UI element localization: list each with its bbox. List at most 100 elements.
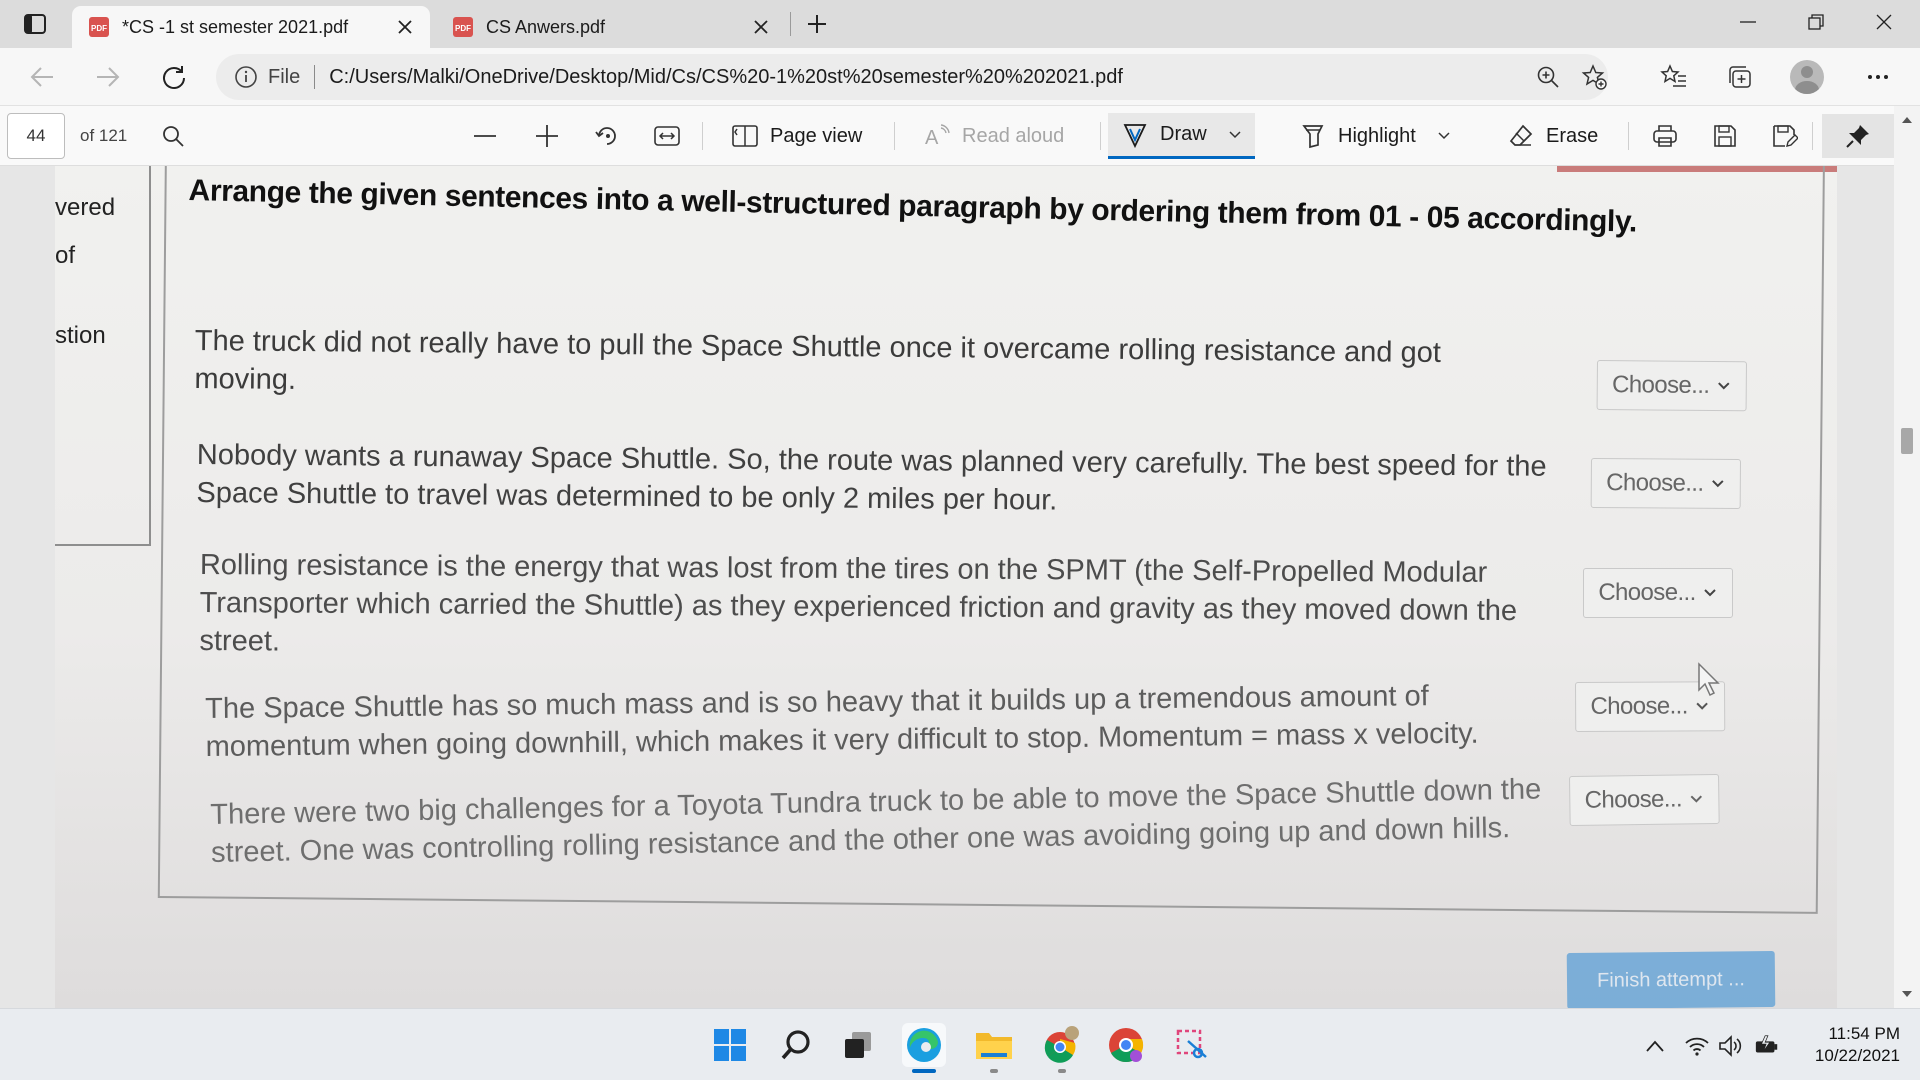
highlighter-icon — [1298, 121, 1328, 151]
scroll-down-icon[interactable] — [1899, 986, 1915, 1002]
page-photo: vered of stion Arrange the given sentenc… — [55, 166, 1837, 1008]
print-icon[interactable] — [1648, 120, 1682, 152]
task-view-icon[interactable] — [836, 1023, 880, 1067]
draw-label: Draw — [1160, 123, 1207, 145]
pdf-toolbar: 44 of 121 Page view A Read aloud Draw Hi… — [0, 106, 1920, 166]
scroll-up-icon[interactable] — [1899, 112, 1915, 128]
system-clock[interactable]: 11:54 PM 10/22/2021 — [1796, 1023, 1900, 1067]
chevron-down-icon — [1696, 699, 1710, 713]
order-select[interactable]: Choose... — [1596, 360, 1747, 412]
sentence-line: street. — [199, 624, 281, 658]
mouse-cursor-icon — [1698, 662, 1720, 697]
windows-start-icon[interactable] — [708, 1023, 752, 1067]
chevron-down-icon[interactable] — [1229, 128, 1243, 142]
erase-label: Erase — [1546, 124, 1599, 147]
snipping-tool-icon[interactable] — [1170, 1023, 1214, 1067]
toolbar-divider — [702, 122, 703, 150]
show-hidden-icons-icon[interactable] — [1642, 1033, 1668, 1059]
forward-icon[interactable] — [88, 58, 128, 96]
new-tab-icon[interactable] — [800, 8, 834, 40]
close-window-icon[interactable] — [1850, 0, 1918, 44]
chevron-down-icon — [1690, 792, 1704, 806]
active-app-indicator — [912, 1069, 936, 1073]
url-divider — [314, 65, 316, 89]
edge-browser-icon[interactable] — [902, 1023, 946, 1067]
page-number-input[interactable]: 44 — [7, 113, 65, 159]
finish-attempt-button[interactable]: Finish attempt ... — [1566, 950, 1776, 1008]
close-tab-icon[interactable] — [746, 12, 776, 42]
read-aloud-label: Read aloud — [962, 124, 1065, 147]
favorites-icon[interactable] — [1654, 58, 1694, 96]
profile-avatar[interactable] — [1790, 60, 1824, 94]
add-favorite-icon[interactable] — [1580, 63, 1608, 91]
close-tab-icon[interactable] — [390, 12, 420, 42]
side-word: of — [55, 242, 76, 269]
save-icon[interactable] — [1708, 120, 1742, 152]
tab-cs-answers[interactable]: PDF CS Anwers.pdf — [436, 6, 786, 48]
tab-actions-icon[interactable] — [14, 10, 56, 38]
zoom-icon[interactable] — [1534, 63, 1562, 91]
url-scheme-label: File — [268, 65, 301, 88]
info-icon[interactable] — [234, 65, 258, 89]
collections-icon[interactable] — [1720, 58, 1760, 96]
zoom-in-icon[interactable] — [530, 120, 564, 152]
page-total: of 121 — [80, 126, 128, 145]
chevron-down-icon — [1703, 586, 1718, 600]
search-icon[interactable] — [156, 120, 190, 152]
page-view-button[interactable]: Page view — [730, 116, 862, 156]
clock-time: 11:54 PM — [1828, 1024, 1900, 1043]
refresh-icon[interactable] — [154, 58, 194, 96]
minimize-icon[interactable] — [1714, 0, 1782, 44]
read-aloud-icon: A — [922, 121, 952, 151]
highlight-button[interactable]: Highlight — [1298, 116, 1452, 156]
sentence-item: The truck did not really have to pull th… — [194, 322, 1441, 410]
save-as-icon[interactable] — [1768, 120, 1802, 152]
zoom-out-icon[interactable] — [468, 120, 502, 152]
more-options-icon[interactable] — [1858, 58, 1898, 96]
chevron-down-icon[interactable] — [1438, 129, 1452, 143]
draw-button[interactable]: Draw — [1108, 113, 1255, 159]
search-icon[interactable] — [774, 1023, 818, 1067]
sentence-item: Nobody wants a runaway Space Shuttle. So… — [196, 436, 1546, 524]
svg-text:PDF: PDF — [455, 24, 471, 33]
select-value: Choose... — [1584, 785, 1683, 814]
clock-date: 10/22/2021 — [1814, 1046, 1900, 1065]
tab-title: *CS -1 st semester 2021.pdf — [122, 16, 349, 37]
order-select[interactable]: Choose... — [1569, 773, 1720, 826]
svg-text:A: A — [925, 127, 939, 148]
read-aloud-button[interactable]: A Read aloud — [922, 116, 1064, 156]
volume-icon[interactable] — [1718, 1033, 1744, 1059]
erase-button[interactable]: Erase — [1506, 116, 1598, 156]
tab-divider — [790, 12, 791, 36]
tab-cs-semester[interactable]: PDF *CS -1 st semester 2021.pdf — [72, 6, 430, 48]
pin-toolbar-icon[interactable] — [1822, 114, 1894, 158]
pdf-document-area[interactable]: vered of stion Arrange the given sentenc… — [0, 166, 1920, 1008]
fit-width-icon[interactable] — [650, 120, 684, 152]
title-bar: PDF *CS -1 st semester 2021.pdf PDF CS A… — [0, 0, 1920, 48]
restore-icon[interactable] — [1782, 0, 1850, 44]
order-select[interactable]: Choose... — [1583, 568, 1733, 618]
chrome-profile-icon[interactable] — [1040, 1023, 1084, 1067]
select-value: Choose... — [1598, 579, 1696, 606]
file-explorer-icon[interactable] — [972, 1023, 1016, 1067]
svg-text:PDF: PDF — [91, 24, 107, 33]
back-icon[interactable] — [22, 58, 62, 96]
url-box[interactable]: File C:/Users/Malki/OneDrive/Desktop/Mid… — [216, 54, 1608, 100]
scrollbar-thumb[interactable] — [1901, 428, 1913, 454]
chrome-icon[interactable] — [1104, 1023, 1148, 1067]
wifi-icon[interactable] — [1684, 1033, 1710, 1059]
tab-title: CS Anwers.pdf — [486, 16, 606, 37]
select-value: Choose... — [1611, 371, 1710, 399]
taskbar: 11:54 PM 10/22/2021 — [0, 1008, 1920, 1080]
select-value: Choose... — [1590, 692, 1688, 720]
chevron-down-icon — [1711, 477, 1725, 491]
rotate-icon[interactable] — [590, 120, 624, 152]
side-word: vered — [55, 194, 116, 221]
page-view-label: Page view — [770, 124, 863, 147]
url-text[interactable]: C:/Users/Malki/OneDrive/Desktop/Mid/Cs/C… — [329, 66, 1123, 89]
sentence-item: The Space Shuttle has so much mass and i… — [205, 677, 1479, 766]
battery-icon[interactable] — [1754, 1033, 1780, 1059]
order-select[interactable]: Choose... — [1590, 458, 1741, 510]
address-bar: File C:/Users/Malki/OneDrive/Desktop/Mid… — [0, 48, 1920, 106]
vertical-scrollbar[interactable] — [1894, 106, 1920, 1008]
